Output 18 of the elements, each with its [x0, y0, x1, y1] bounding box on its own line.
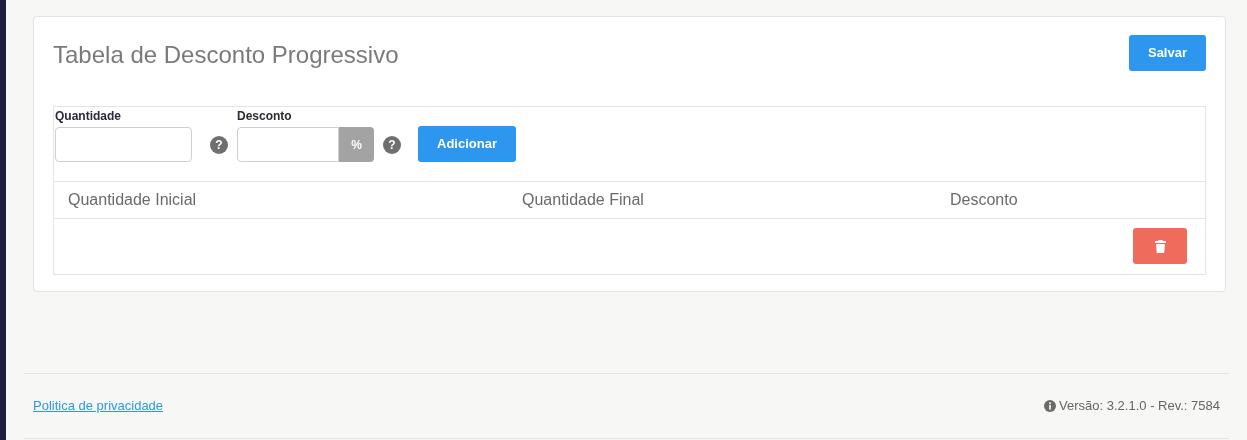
column-header: Quantidade Inicial: [68, 190, 198, 210]
field-label: Quantidade: [55, 108, 122, 125]
trash-icon: [1154, 239, 1166, 253]
info-icon: [1044, 400, 1057, 412]
privacy-link[interactable]: Politica de privacidade: [33, 396, 164, 416]
discount-field[interactable]: [237, 127, 339, 162]
version-text: Versão: 3.2.1.0 - Rev.: 7584: [1059, 397, 1220, 416]
column-header: Desconto: [950, 190, 1019, 210]
page-title: Tabela de Desconto Progressivo: [53, 40, 399, 70]
percent-addon: %: [339, 127, 374, 162]
quantity-field[interactable]: [55, 127, 192, 162]
field-label: Desconto: [237, 108, 293, 125]
add-button[interactable]: Adicionar: [418, 126, 516, 162]
column-header: Quantidade Final: [522, 190, 645, 210]
save-button[interactable]: Salvar: [1129, 35, 1206, 71]
delete-button[interactable]: [1133, 228, 1187, 264]
help-icon[interactable]: ?: [210, 136, 228, 154]
help-icon[interactable]: ?: [383, 136, 401, 154]
